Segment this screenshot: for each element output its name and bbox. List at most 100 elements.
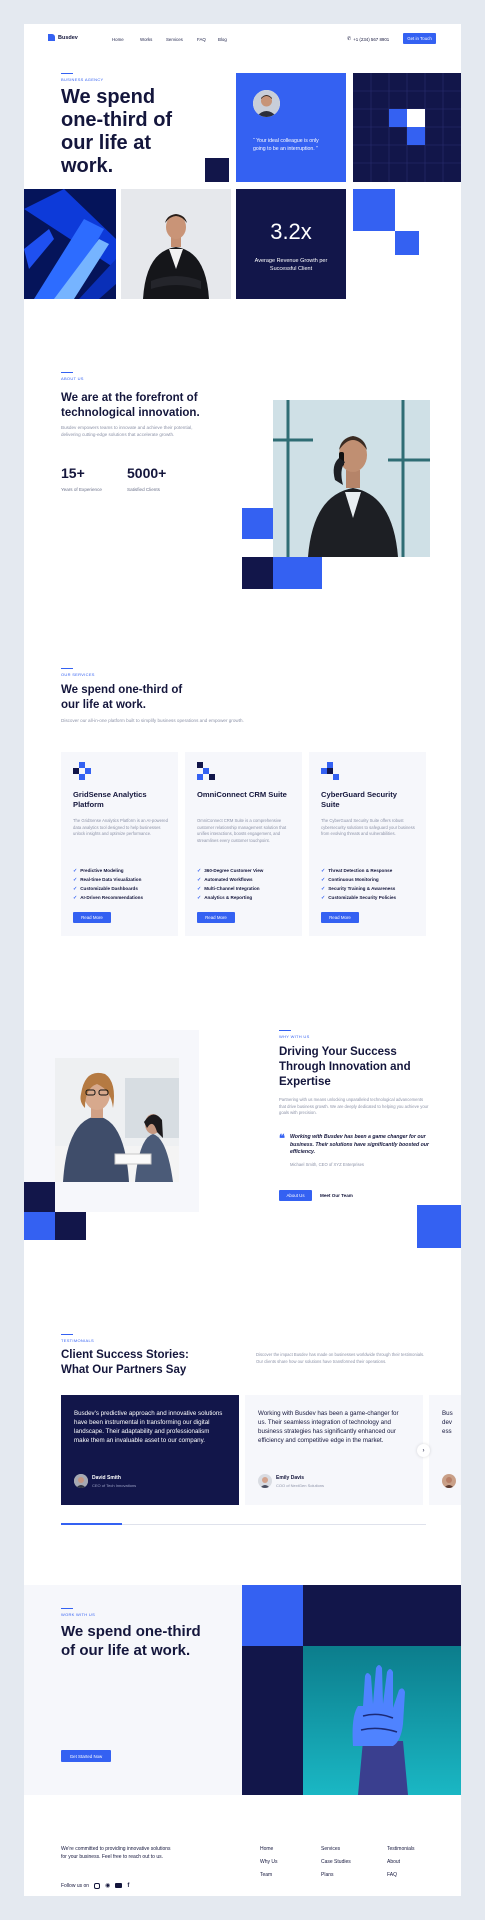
about-text: Busdev empowers teams to innovate and ac… — [61, 425, 193, 437]
about-eyebrow: ABOUT US — [61, 372, 84, 381]
feature-item: ✓ AI-Driven Recommendations — [73, 893, 143, 902]
cta-eyebrow: WORK WITH US — [61, 1608, 96, 1617]
feature-label: 360-Degree Customer View — [204, 868, 264, 873]
footer-link-testimonials[interactable]: Testimonials — [387, 1846, 415, 1852]
why-eyebrow: WHY WITH US — [279, 1030, 310, 1039]
cyberguard-icon — [321, 762, 339, 780]
footer-link-why-us[interactable]: Why Us — [260, 1859, 278, 1865]
feature-label: Predictive Modeling — [80, 868, 124, 873]
footer-link-home[interactable]: Home — [260, 1846, 273, 1852]
carousel-progress-fill — [61, 1523, 122, 1525]
feature-item: ✓ Real-time Data Visualization — [73, 875, 143, 884]
feature-item: ✓ Customizable Security Policies — [321, 893, 396, 902]
why-quote: ❝ Working with Busdev has been a game ch… — [279, 1133, 429, 1167]
about-title: We are at the forefront of technological… — [61, 392, 200, 419]
feature-label: Multi-Channel Integration — [204, 886, 260, 891]
stat-card: 3.2x Average Revenue Growth per Successf… — [236, 189, 346, 299]
testimonials-title: Client Success Stories: What Our Partner… — [61, 1349, 189, 1376]
about-block-b — [242, 557, 273, 589]
logo-icon — [48, 34, 55, 41]
quote-mark-icon: ❝ — [279, 1133, 285, 1145]
about-block-a — [242, 508, 273, 539]
nav-services[interactable]: Services — [166, 37, 183, 42]
about-us-button[interactable]: About Us — [279, 1190, 312, 1201]
footer-link-faq[interactable]: FAQ — [387, 1872, 397, 1878]
nav-phone[interactable]: ✆ +1 (234) 567 8901 — [347, 36, 389, 42]
blue-glass-photo — [24, 189, 116, 299]
about-stat-1-label: Years of Experience — [61, 487, 102, 492]
services-eyebrow: OUR SERVICES — [61, 668, 95, 677]
service-card-1-title: GridSense Analytics Platform — [73, 790, 147, 809]
nav-works[interactable]: Works — [140, 37, 152, 42]
testimonial-card-1: Busdev's predictive approach and innovat… — [61, 1395, 239, 1505]
testimonial-2-text: Working with Busdev has been a game-chan… — [258, 1410, 399, 1444]
robot-hand-photo — [303, 1646, 461, 1795]
service-card-1-features: ✓ Predictive Modeling ✓ Real-time Data Vis… — [73, 866, 143, 902]
omniconnect-icon — [197, 762, 215, 780]
businessman-photo — [121, 189, 231, 299]
service-card-1-text: The GridSense Analytics Platform is an A… — [73, 818, 168, 837]
about-stat-2-value: 5000+ — [127, 465, 167, 481]
nav-faq[interactable]: FAQ — [197, 37, 206, 42]
feature-item: ✓ Multi-Channel Integration — [197, 884, 263, 893]
why-image — [55, 1058, 179, 1182]
cta-block-b — [303, 1585, 461, 1646]
check-icon: ✓ — [73, 867, 78, 874]
service-card-2-button[interactable]: Read More — [197, 912, 235, 923]
feature-item: ✓ Analytics & Reporting — [197, 893, 263, 902]
service-card-3-text: The CyberGuard Security Suite offers rob… — [321, 818, 415, 837]
why-block-c — [55, 1212, 86, 1240]
stat-value: 3.2x — [270, 219, 312, 244]
footer-link-team[interactable]: Team — [260, 1872, 272, 1878]
check-icon: ✓ — [73, 894, 78, 901]
nav-blog[interactable]: Blog — [218, 37, 227, 42]
check-icon: ✓ — [73, 876, 78, 883]
service-card-2: OmniConnect CRM Suite OmniConnect CRM Su… — [185, 752, 302, 936]
feature-label: AI-Driven Recommendations — [80, 895, 143, 900]
businessman-phone-photo — [273, 400, 430, 557]
service-card-3: CyberGuard Security Suite The CyberGuard… — [309, 752, 426, 936]
pixel-grid-pattern — [353, 73, 461, 182]
youtube-icon[interactable] — [115, 1883, 123, 1888]
feature-item: ✓ Predictive Modeling — [73, 866, 143, 875]
testimonial-2-role: COO of NextGen Solutions — [276, 1483, 325, 1488]
carousel-next-button[interactable]: › — [417, 1444, 430, 1457]
service-card-3-button[interactable]: Read More — [321, 912, 359, 923]
get-in-touch-button[interactable]: Get in Touch — [403, 33, 436, 44]
brand-name: Busdev — [58, 34, 78, 41]
footer-link-services[interactable]: Services — [321, 1846, 340, 1852]
testimonial-card-3: Bus dev ess — [429, 1395, 461, 1505]
hero-block-b — [395, 231, 419, 255]
testimonial-3-avatar — [442, 1474, 456, 1488]
page: Busdev Home Works Services FAQ Blog ✆ +1… — [24, 24, 461, 1896]
facebook-icon[interactable]: f — [127, 1883, 129, 1889]
services-title: We spend one-third of our life at work. — [61, 684, 183, 711]
hero-block-a — [353, 189, 395, 231]
rss-icon[interactable]: ◉ — [105, 1882, 110, 1889]
service-card-3-features: ✓ Threat Detection & Response ✓ Continuous… — [321, 866, 396, 902]
about-stat-2-label: Satisfied Clients — [127, 487, 160, 492]
logo[interactable]: Busdev — [48, 34, 78, 41]
feature-item: ✓ Customizable Dashboards — [73, 884, 143, 893]
get-started-button[interactable]: Get Started Now — [61, 1750, 111, 1762]
feature-label: Threat Detection & Response — [328, 868, 393, 873]
check-icon: ✓ — [197, 894, 202, 901]
quote-text: “ Your ideal colleague is only going to … — [253, 138, 319, 152]
pixel-grid-panel — [353, 73, 461, 182]
feature-item: ✓ 360-Degree Customer View — [197, 866, 263, 875]
footer-link-plans[interactable]: Plans — [321, 1872, 334, 1878]
check-icon: ✓ — [197, 885, 202, 892]
check-icon: ✓ — [197, 876, 202, 883]
footer-link-case-studies[interactable]: Case Studies — [321, 1859, 351, 1865]
feature-label: Customizable Dashboards — [80, 886, 138, 891]
footer-link-about[interactable]: About — [387, 1859, 400, 1865]
quote-card: “ Your ideal colleague is only going to … — [236, 73, 346, 182]
testimonials-eyebrow: TESTIMONIALS — [61, 1334, 94, 1343]
nav-home[interactable]: Home — [112, 37, 124, 42]
service-card-1-button[interactable]: Read More — [73, 912, 111, 923]
services-text: Discover our all-in-one platform built t… — [61, 718, 244, 723]
meet-team-link[interactable]: Meet Our Team — [320, 1193, 353, 1198]
check-icon: ✓ — [321, 894, 326, 901]
instagram-icon[interactable] — [94, 1882, 101, 1889]
footer-text: We're committed to providing innovative … — [61, 1846, 171, 1860]
